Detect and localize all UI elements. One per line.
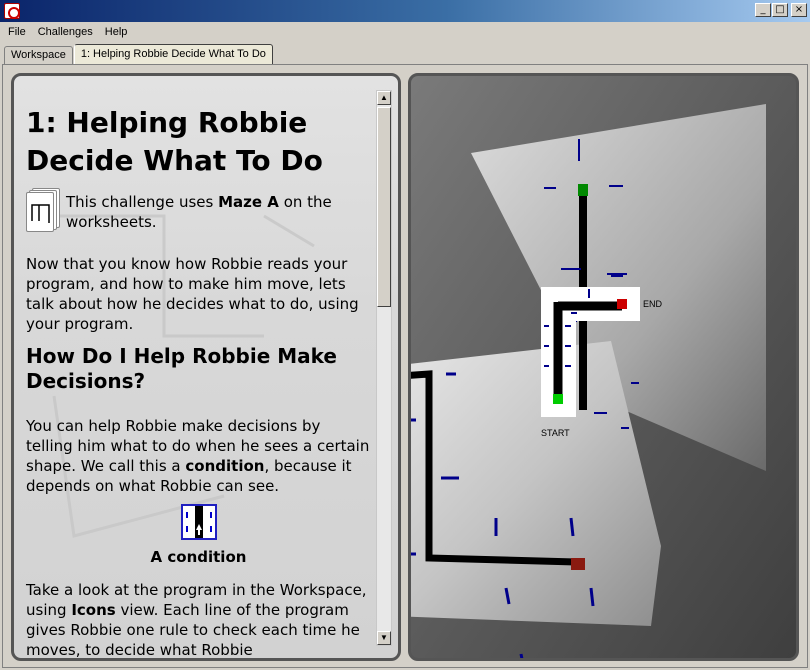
maze-reference-text: This challenge uses Maze A on the worksh… (66, 193, 332, 231)
java-app-icon (4, 3, 20, 19)
instructions-scrollbar[interactable]: ▲ ▼ (376, 90, 392, 646)
tab-strip: Workspace 1: Helping Robbie Decide What … (4, 44, 274, 65)
intro-paragraph: Now that you know how Robbie reads your … (26, 255, 359, 333)
window-controls: _ □ × (755, 3, 807, 17)
worksheet-icon (26, 188, 60, 234)
maze-name: Maze A (218, 193, 279, 211)
title-bar: _ □ × (0, 0, 810, 22)
condition-icon (180, 504, 217, 540)
menu-bar: File Challenges Help (0, 22, 810, 42)
close-button[interactable]: × (791, 3, 807, 17)
scroll-down-button[interactable]: ▼ (377, 631, 391, 645)
scroll-thumb[interactable] (377, 107, 391, 307)
condition-caption: A condition (150, 548, 247, 566)
scroll-up-button[interactable]: ▲ (377, 91, 391, 105)
near-end-marker (571, 558, 585, 570)
world-view[interactable]: END START (408, 73, 799, 661)
menu-file[interactable]: File (2, 26, 32, 38)
maze-reference: This challenge uses Maze A on the worksh… (26, 188, 378, 242)
maze-3d-scene (411, 76, 796, 658)
far-start-marker (578, 184, 588, 196)
instructions-content: 1: Helping Robbie Decide What To Do This… (14, 76, 378, 658)
challenge-title: 1: Helping Robbie Decide What To Do (26, 106, 323, 177)
maximize-button[interactable]: □ (772, 3, 788, 17)
condition-example: A condition (26, 504, 371, 566)
start-label: START (541, 428, 570, 438)
tab-challenge[interactable]: 1: Helping Robbie Decide What To Do (73, 44, 273, 65)
end-label: END (643, 299, 663, 309)
condition-paragraph: You can help Robbie make decisions by te… (26, 417, 370, 495)
instructions-panel: 1: Helping Robbie Decide What To Do This… (11, 73, 401, 661)
tab-workspace[interactable]: Workspace (4, 46, 73, 65)
program-paragraph: Take a look at the program in the Worksp… (26, 581, 367, 659)
decisions-heading: How Do I Help Robbie Make Decisions? (26, 344, 337, 393)
menu-challenges[interactable]: Challenges (32, 26, 99, 38)
menu-help[interactable]: Help (99, 26, 134, 38)
minimize-button[interactable]: _ (755, 3, 771, 17)
